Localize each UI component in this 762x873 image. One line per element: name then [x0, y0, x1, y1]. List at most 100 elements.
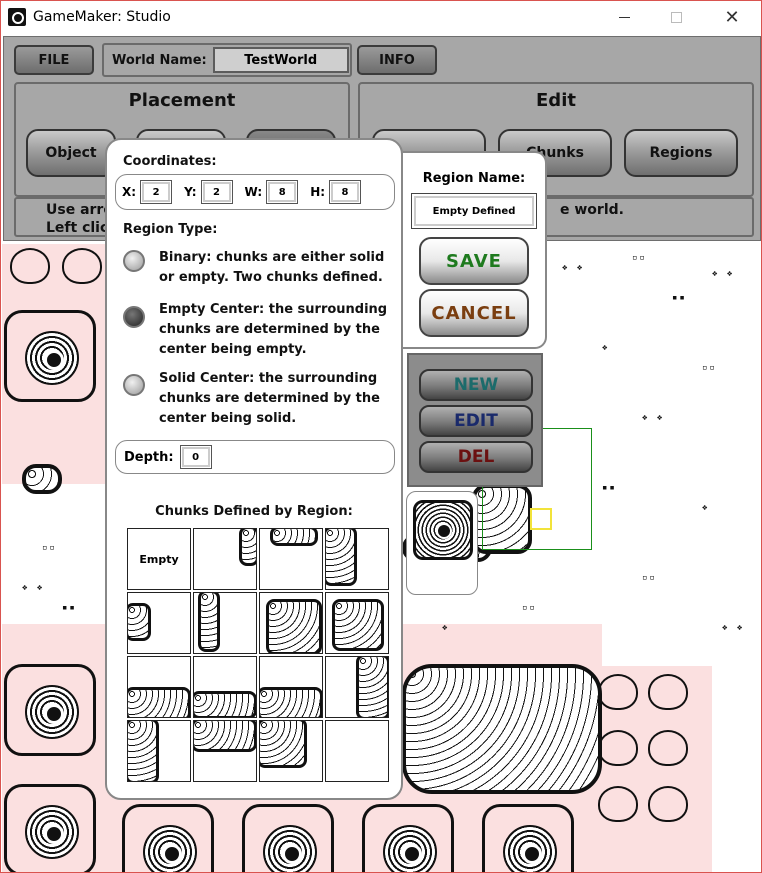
chunk-tile[interactable]: [259, 720, 323, 782]
chunk-tile[interactable]: [259, 528, 323, 590]
object-button[interactable]: Object: [26, 129, 116, 177]
placement-title: Placement: [128, 90, 236, 111]
grass-tuft: ❖: [602, 343, 610, 353]
grass-tuft: ❖: [442, 623, 450, 633]
gamemaker-app-icon: [8, 8, 26, 26]
w-field[interactable]: 8: [266, 180, 299, 204]
world-name-label: World Name:: [112, 52, 207, 68]
chunk-tile-label: Empty: [139, 552, 179, 566]
y-field[interactable]: 2: [200, 180, 233, 204]
chunk-tile[interactable]: [193, 528, 257, 590]
option-empty-center-text: Empty Center: the surrounding chunks are…: [159, 302, 388, 357]
bush: [648, 674, 688, 710]
region-name-panel: Region Name: Empty Defined SAVE CANCEL: [403, 151, 547, 349]
coordinates-label: Coordinates:: [123, 154, 217, 169]
chunk-tile[interactable]: [259, 656, 323, 718]
chunks-label: Chunks Defined by Region:: [155, 504, 353, 519]
grass-tuft: ❖ ❖: [562, 263, 585, 273]
chunk-wall-shape: [128, 603, 151, 641]
region-dialog: Coordinates: X: 2 Y: 2 W: 8 H: 8 Region …: [105, 138, 403, 800]
chunk-tile[interactable]: [325, 720, 389, 782]
grass-tuft: ❖ ❖: [642, 413, 665, 423]
flower-block: [482, 804, 574, 872]
bush: [648, 786, 688, 822]
grass-tuft: ▫▫: [42, 543, 57, 553]
option-solid-center-text: Solid Center: the surrounding chunks are…: [159, 371, 380, 426]
depth-label: Depth:: [124, 449, 174, 465]
bush: [598, 730, 638, 766]
depth-group: Depth: 0: [115, 440, 395, 474]
chunk-wall-shape: [198, 593, 220, 652]
grass-tuft: ▫▫: [702, 363, 717, 373]
chunk-tile[interactable]: [127, 656, 191, 718]
bush: [62, 248, 102, 284]
h-field[interactable]: 8: [329, 180, 362, 204]
close-icon: ✕: [724, 6, 740, 28]
regions-button[interactable]: Regions: [624, 129, 738, 177]
chunk-wall-shape: [270, 529, 318, 546]
save-button[interactable]: SAVE: [419, 237, 529, 285]
cursor-highlight: [530, 508, 552, 530]
flower-block: [4, 784, 96, 872]
title-bar: GameMaker: Studio ✕: [1, 1, 761, 33]
grass-tuft: ❖ ❖: [722, 623, 745, 633]
chunk-wall-shape: [239, 529, 256, 566]
bush: [598, 674, 638, 710]
radio-binary[interactable]: [123, 250, 145, 272]
chunk-wall-shape: [332, 599, 384, 651]
flower-block: [122, 804, 214, 872]
edit-title: Edit: [536, 90, 576, 111]
radio-solid-center[interactable]: [123, 374, 145, 396]
chunk-tile[interactable]: [325, 656, 389, 718]
chunk-wall-shape: [356, 657, 388, 717]
region-name-input[interactable]: Empty Defined: [411, 193, 537, 229]
grass-tuft: ❖: [702, 503, 710, 513]
w-label: W:: [244, 185, 263, 199]
chunk-tile[interactable]: [127, 720, 191, 782]
rock-wall: [22, 464, 62, 494]
chunk-wall-shape: [326, 529, 357, 586]
y-label: Y:: [184, 185, 197, 199]
minimize-button[interactable]: [601, 1, 647, 33]
chunk-tile[interactable]: Empty: [127, 528, 191, 590]
region-name-label: Region Name:: [422, 171, 526, 186]
chunk-tile[interactable]: [193, 592, 257, 654]
grass-tuft: ❖ ❖: [712, 269, 735, 279]
chunk-tile[interactable]: [325, 592, 389, 654]
bush: [648, 730, 688, 766]
flower-block: [4, 664, 96, 756]
edit-region-button[interactable]: EDIT: [419, 405, 533, 437]
maximize-icon: [670, 11, 682, 23]
x-field[interactable]: 2: [140, 180, 173, 204]
region-list-panel: NEW EDIT DEL: [407, 353, 543, 487]
cancel-button[interactable]: CANCEL: [419, 289, 529, 337]
option-binary-text: Binary: chunks are either solid or empty…: [159, 250, 385, 285]
new-region-button[interactable]: NEW: [419, 369, 533, 401]
file-button[interactable]: FILE: [14, 45, 94, 75]
chunk-wall-shape: [128, 721, 159, 781]
chunk-tile[interactable]: [193, 656, 257, 718]
maximize-button[interactable]: [653, 1, 699, 33]
grass-tuft: ▪▪: [672, 293, 687, 303]
world-name-group: World Name: TestWorld: [102, 43, 352, 77]
bush: [10, 248, 50, 284]
h-label: H:: [310, 185, 326, 199]
depth-field[interactable]: 0: [179, 445, 212, 469]
chunk-tile[interactable]: [325, 528, 389, 590]
info-button[interactable]: INFO: [357, 45, 437, 75]
grass-tuft: ❖ ❖: [22, 583, 45, 593]
chunk-tile[interactable]: [193, 720, 257, 782]
flower-block: [4, 310, 96, 402]
chunk-wall-shape: [194, 721, 256, 752]
chunk-tile[interactable]: [127, 592, 191, 654]
grass-tuft: ▪▪: [62, 603, 77, 613]
chunk-wall-shape: [194, 691, 256, 717]
chunk-wall-shape: [260, 687, 322, 717]
delete-region-button[interactable]: DEL: [419, 441, 533, 473]
flower-block: [242, 804, 334, 872]
radio-empty-center[interactable]: [123, 306, 145, 328]
close-button[interactable]: ✕: [709, 1, 755, 33]
chunk-tile[interactable]: [259, 592, 323, 654]
world-name-input[interactable]: TestWorld: [212, 47, 349, 73]
x-label: X:: [122, 185, 137, 199]
